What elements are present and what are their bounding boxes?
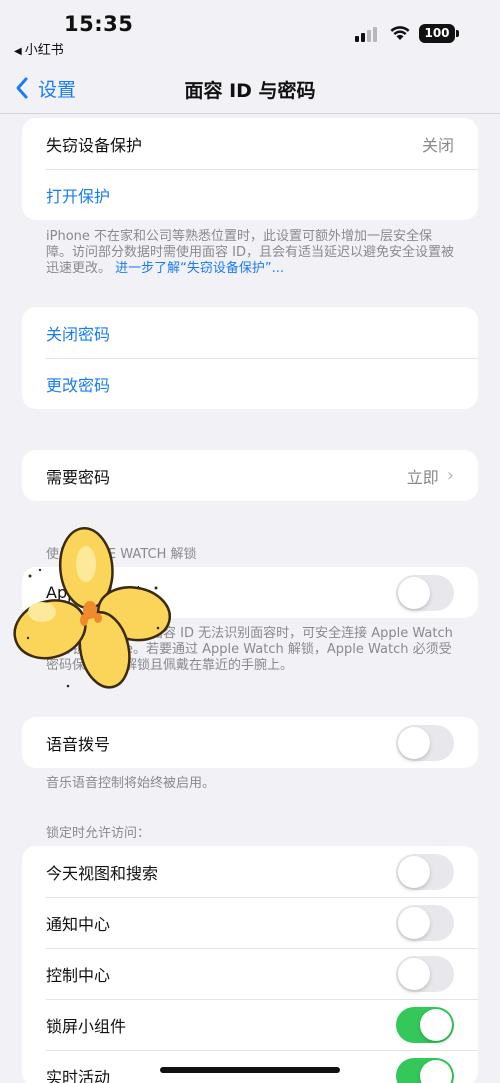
lock-screen-widgets-toggle[interactable] — [396, 1006, 454, 1043]
turn-off-passcode-button[interactable]: 关闭密码 — [22, 307, 478, 358]
back-triangle-icon: ◀ — [14, 46, 22, 57]
home-indicator[interactable] — [160, 1067, 340, 1073]
change-passcode-button[interactable]: 更改密码 — [22, 358, 478, 409]
stolen-device-row: 失窃设备保护 关闭 — [22, 118, 478, 169]
nav-divider — [0, 113, 500, 114]
passcode-group: 关闭密码 更改密码 — [22, 307, 478, 409]
control-center-toggle[interactable] — [396, 955, 454, 992]
stolen-device-footnote: iPhone 不在家和公司等熟悉位置时，此设置可额外增加一层安全保障。访问部分数… — [46, 229, 456, 277]
require-passcode-value: 立即 — [406, 467, 439, 487]
back-app-label: 小红书 — [24, 43, 64, 58]
list-item: 控制中心 — [22, 948, 478, 999]
voice-dial-toggle[interactable] — [396, 724, 454, 761]
locked-access-group: 今天视图和搜索 通知中心 控制中心 锁屏小组件 实时活动 — [22, 846, 478, 1083]
nav-bar: 设置 面容 ID 与密码 — [0, 62, 500, 114]
stolen-device-label: 失窃设备保护 — [46, 135, 143, 155]
change-passcode-label: 更改密码 — [46, 375, 111, 395]
voice-dial-label: 语音拨号 — [46, 734, 111, 754]
wifi-icon — [390, 26, 410, 40]
page-title: 面容 ID 与密码 — [184, 80, 316, 102]
notification-center-label: 通知中心 — [46, 914, 111, 934]
status-bar: 15:35 ◀ 小红书 100 — [0, 0, 500, 62]
voice-dial-footnote: 音乐语音控制将始终被启用。 — [46, 776, 216, 791]
notification-center-toggle[interactable] — [396, 904, 454, 941]
status-time: 15:35 — [64, 12, 134, 36]
lock-screen-widgets-label: 锁屏小组件 — [46, 1016, 127, 1036]
voice-dial-row: 语音拨号 — [22, 717, 478, 768]
list-item: 今天视图和搜索 — [22, 846, 478, 897]
today-view-label: 今天视图和搜索 — [46, 863, 159, 883]
require-passcode-row[interactable]: 需要密码 立即 › — [22, 450, 478, 501]
control-center-label: 控制中心 — [46, 965, 111, 985]
cellular-signal-icon — [355, 26, 381, 42]
require-passcode-group: 需要密码 立即 › — [22, 450, 478, 501]
battery-indicator: 100 — [419, 24, 459, 43]
turn-on-protection-button[interactable]: 打开保护 — [22, 169, 478, 220]
stolen-device-status: 关闭 — [421, 135, 454, 155]
today-view-toggle[interactable] — [396, 853, 454, 890]
turn-on-protection-label: 打开保护 — [46, 186, 111, 206]
flower-sticker-icon — [13, 526, 172, 689]
back-to-app-link[interactable]: ◀ 小红书 — [14, 39, 64, 58]
apple-watch-toggle[interactable] — [396, 574, 454, 611]
locked-access-header: 锁定时允许访问： — [46, 826, 151, 841]
require-passcode-label: 需要密码 — [46, 467, 111, 487]
learn-more-link[interactable]: 进一步了解“失窃设备保护”... — [115, 261, 284, 276]
turn-off-passcode-label: 关闭密码 — [46, 324, 111, 344]
list-item: 锁屏小组件 — [22, 999, 478, 1050]
chevron-right-icon: › — [446, 465, 454, 486]
stolen-device-group: 失窃设备保护 关闭 打开保护 — [22, 118, 478, 220]
voice-dial-group: 语音拨号 — [22, 717, 478, 768]
live-activities-toggle[interactable] — [396, 1057, 454, 1083]
list-item: 通知中心 — [22, 897, 478, 948]
